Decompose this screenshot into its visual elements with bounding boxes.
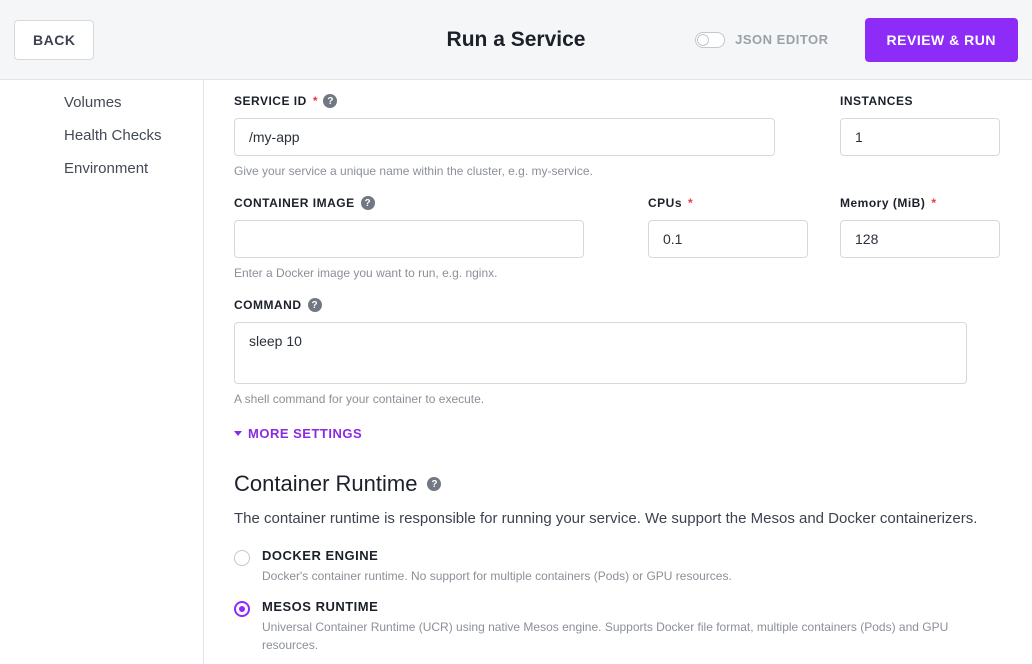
topbar: BACK Run a Service JSON EDITOR REVIEW & … <box>0 0 1032 80</box>
instances-label: INSTANCES <box>840 94 913 108</box>
cpus-label: CPUs <box>648 196 682 210</box>
radio-desc: Universal Container Runtime (UCR) using … <box>262 618 1000 654</box>
content-row: Volumes Health Checks Environment SERVIC… <box>0 80 1032 664</box>
cpus-input[interactable] <box>648 220 808 258</box>
required-star-icon: * <box>931 196 936 210</box>
radio-inner-icon <box>239 606 245 612</box>
label-row: CONTAINER IMAGE ? <box>234 196 584 210</box>
topbar-right: JSON EDITOR REVIEW & RUN <box>695 18 1018 62</box>
help-icon[interactable]: ? <box>308 298 322 312</box>
more-settings-label: MORE SETTINGS <box>248 426 362 441</box>
cpu-mem-wrap: CPUs * Memory (MiB) * <box>648 196 1000 280</box>
more-settings-toggle[interactable]: MORE SETTINGS <box>234 426 1000 441</box>
command-label: COMMAND <box>234 298 302 312</box>
radio-label: MESOS RUNTIME <box>262 599 1000 614</box>
memory-label: Memory (MiB) <box>840 196 925 210</box>
radio-icon <box>234 601 250 617</box>
sidebar-item-environment[interactable]: Environment <box>0 152 203 185</box>
json-editor-label: JSON EDITOR <box>735 32 828 47</box>
required-star-icon: * <box>313 94 318 108</box>
memory-input[interactable] <box>840 220 1000 258</box>
section-title: Container Runtime <box>234 471 417 497</box>
field-command: COMMAND ? A shell command for your conta… <box>234 298 967 406</box>
chevron-down-icon <box>234 431 242 436</box>
json-editor-toggle-group: JSON EDITOR <box>695 32 828 48</box>
review-and-run-button[interactable]: REVIEW & RUN <box>865 18 1018 62</box>
radio-label: DOCKER ENGINE <box>262 548 1000 563</box>
row-service-id: SERVICE ID * ? Give your service a uniqu… <box>234 94 1000 178</box>
container-runtime-heading: Container Runtime ? <box>234 471 1000 497</box>
radio-text: DOCKER ENGINE Docker's container runtime… <box>262 548 1000 585</box>
label-row: INSTANCES <box>840 94 1000 108</box>
label-row: SERVICE ID * ? <box>234 94 775 108</box>
command-hint: A shell command for your container to ex… <box>234 392 967 406</box>
toggle-thumb <box>697 34 709 46</box>
field-service-id: SERVICE ID * ? Give your service a uniqu… <box>234 94 775 178</box>
sidebar: Volumes Health Checks Environment <box>0 80 204 664</box>
container-runtime-desc: The container runtime is responsible for… <box>234 507 1000 530</box>
service-id-label: SERVICE ID <box>234 94 307 108</box>
container-image-hint: Enter a Docker image you want to run, e.… <box>234 266 584 280</box>
runtime-option-docker[interactable]: DOCKER ENGINE Docker's container runtime… <box>234 548 1000 585</box>
instances-input[interactable] <box>840 118 1000 156</box>
page-title: Run a Service <box>447 28 586 52</box>
service-id-hint: Give your service a unique name within t… <box>234 164 775 178</box>
container-image-label: CONTAINER IMAGE <box>234 196 355 210</box>
label-row: CPUs * <box>648 196 808 210</box>
runtime-radio-group: DOCKER ENGINE Docker's container runtime… <box>234 548 1000 654</box>
runtime-option-mesos[interactable]: MESOS RUNTIME Universal Container Runtim… <box>234 599 1000 654</box>
json-editor-toggle[interactable] <box>695 32 725 48</box>
label-row: COMMAND ? <box>234 298 967 312</box>
field-container-image: CONTAINER IMAGE ? Enter a Docker image y… <box>234 196 584 280</box>
sidebar-item-health-checks[interactable]: Health Checks <box>0 119 203 152</box>
help-icon[interactable]: ? <box>323 94 337 108</box>
radio-desc: Docker's container runtime. No support f… <box>262 567 1000 585</box>
field-instances: INSTANCES <box>840 94 1000 178</box>
row-command: COMMAND ? A shell command for your conta… <box>234 298 1000 406</box>
required-star-icon: * <box>688 196 693 210</box>
field-memory: Memory (MiB) * <box>840 196 1000 280</box>
help-icon[interactable]: ? <box>361 196 375 210</box>
row-image-cpu-mem: CONTAINER IMAGE ? Enter a Docker image y… <box>234 196 1000 280</box>
container-image-input[interactable] <box>234 220 584 258</box>
sidebar-item-volumes[interactable]: Volumes <box>0 94 203 119</box>
command-input[interactable] <box>234 322 967 384</box>
field-cpus: CPUs * <box>648 196 808 280</box>
back-button[interactable]: BACK <box>14 20 94 60</box>
main-panel: SERVICE ID * ? Give your service a uniqu… <box>204 80 1032 664</box>
label-row: Memory (MiB) * <box>840 196 1000 210</box>
radio-text: MESOS RUNTIME Universal Container Runtim… <box>262 599 1000 654</box>
service-id-input[interactable] <box>234 118 775 156</box>
help-icon[interactable]: ? <box>427 477 441 491</box>
radio-icon <box>234 550 250 566</box>
